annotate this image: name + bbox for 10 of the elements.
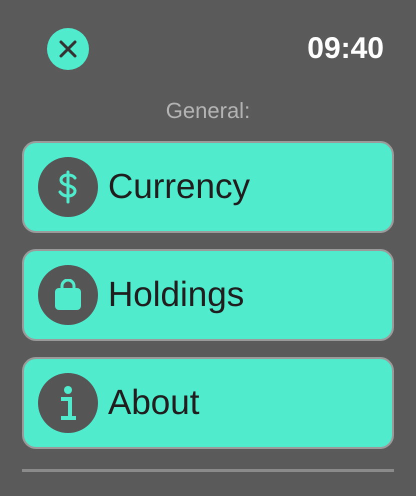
menu-button[interactable]: About <box>22 357 394 449</box>
close-button[interactable] <box>47 28 89 70</box>
section-title: General: <box>166 97 250 125</box>
bag-icon <box>53 279 83 311</box>
dollar-icon <box>57 170 79 204</box>
clock-time: 09:40 <box>307 31 384 67</box>
menu-button[interactable]: Currency <box>22 141 394 233</box>
close-icon <box>59 40 77 58</box>
info-icon <box>58 385 78 421</box>
menu-button[interactable]: Holdings <box>22 249 394 341</box>
